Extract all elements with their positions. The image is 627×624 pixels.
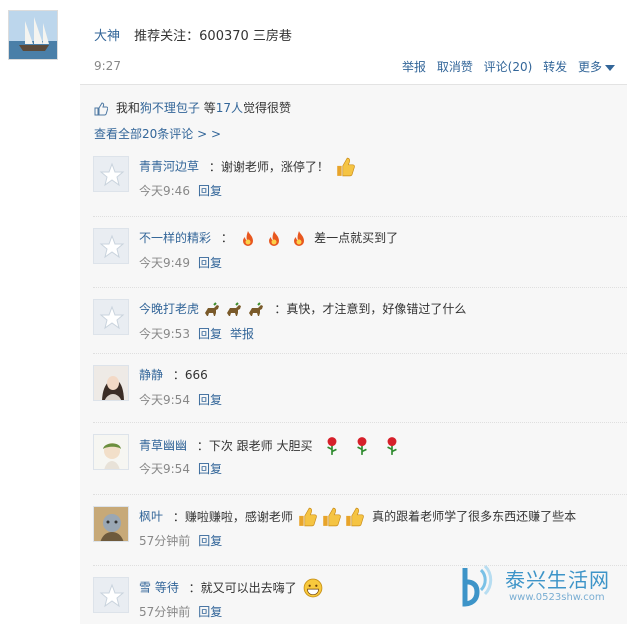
author-avatar[interactable] <box>8 10 58 60</box>
comment-text: ：谢谢老师，涨停了！ <box>208 159 329 174</box>
thumbs-up-emoji-icon <box>322 507 341 527</box>
comment-text: ：赚啦赚啦，感谢老师 <box>172 509 293 524</box>
view-all-comments-link[interactable]: 查看全部20条评论 > > <box>94 125 221 142</box>
report-link[interactable]: 举报 <box>230 327 254 341</box>
comment-time: 57分钟前 <box>139 534 191 548</box>
comment-author[interactable]: 今晚打老虎 <box>139 302 199 316</box>
reply-link[interactable]: 回复 <box>198 605 222 619</box>
report-link[interactable]: 举报 <box>402 60 426 74</box>
likes-prefix: 我和 <box>115 101 140 115</box>
default-avatar-icon[interactable] <box>93 228 129 264</box>
fire-emoji-icon <box>294 230 305 246</box>
fire-emoji-icon <box>268 230 279 246</box>
rose-emoji-icon <box>327 437 338 455</box>
comment-item: 青青河边草 ：谢谢老师，涨停了！ 今天9:46 回复 <box>80 156 627 224</box>
divider <box>93 287 627 288</box>
likes-middle: 等 <box>203 101 216 115</box>
comment-item: 今晚打老虎 ：真快，才注意到，好像错过了什么 今天9:53 回复 举报 <box>80 287 627 367</box>
horse-emoji-icon <box>226 301 241 316</box>
comment-time: 57分钟前 <box>139 605 191 619</box>
unlike-link[interactable]: 取消赞 <box>437 60 473 74</box>
comment-author[interactable]: 青草幽幽 <box>139 439 187 453</box>
reply-link[interactable]: 回复 <box>198 256 222 270</box>
comment-author[interactable]: 不一样的精彩 <box>139 231 211 245</box>
comment-item: 不一样的精彩 ： 差一点就买到了 今天9:49 回复 <box>80 216 627 296</box>
default-avatar-icon[interactable] <box>93 577 129 613</box>
watermark-url: www.0523shw.com <box>509 592 605 603</box>
divider <box>93 494 627 495</box>
divider <box>93 422 627 423</box>
divider <box>93 353 627 354</box>
watermark-title: 泰兴生活网 <box>505 568 610 592</box>
comment-time: 今天9:53 <box>139 327 190 341</box>
user-avatar[interactable] <box>93 506 129 542</box>
more-label[interactable]: 更多 <box>578 60 602 74</box>
comment-author[interactable]: 雪 等待 <box>139 581 179 595</box>
likes-summary: 我和狗不理包子 等17人觉得很赞 <box>94 99 291 116</box>
default-avatar-icon[interactable] <box>93 156 129 192</box>
user-avatar[interactable] <box>93 365 129 401</box>
thumbs-up-emoji-icon <box>336 157 355 177</box>
comment-text: ：下次 跟老师 大胆买 <box>196 438 313 453</box>
post-header: 大神 推荐关注：600370 三房巷 <box>94 25 292 44</box>
post-author[interactable]: 大神 <box>94 29 120 44</box>
comment-time: 今天9:49 <box>139 256 190 270</box>
site-logo-icon <box>462 564 493 607</box>
default-avatar-icon[interactable] <box>93 299 129 335</box>
comment-text: ：就又可以出去嗨了 <box>188 580 297 595</box>
fire-emoji-icon <box>242 230 253 246</box>
likes-suffix: 觉得很赞 <box>242 101 291 115</box>
chevron-down-icon[interactable] <box>605 64 615 71</box>
comment-text-continued: 真的跟着老师学了很多东西还赚了些本 <box>372 509 577 524</box>
horse-emoji-icon <box>248 301 263 316</box>
horse-emoji-icon <box>204 301 219 316</box>
comment-separator: ： <box>220 231 233 245</box>
comment-author[interactable]: 青青河边草 <box>139 160 199 174</box>
comment-author[interactable]: 静静 <box>139 368 163 382</box>
rose-emoji-icon <box>387 437 397 455</box>
thumbs-up-emoji-icon <box>346 507 365 527</box>
user-avatar[interactable] <box>93 434 129 470</box>
reply-link[interactable]: 回复 <box>198 534 222 548</box>
reply-link[interactable]: 回复 <box>198 184 222 198</box>
reply-link[interactable]: 回复 <box>198 327 222 341</box>
post-actions: 举报 取消赞 评论(20) 转发 更多 <box>395 58 615 75</box>
reply-link[interactable]: 回复 <box>198 393 222 407</box>
comment-time: 今天9:46 <box>139 184 190 198</box>
comment-text: ：真快，才注意到，好像错过了什么 <box>274 302 467 316</box>
post-content: 推荐关注：600370 三房巷 <box>134 29 292 44</box>
divider <box>93 216 627 217</box>
comment-text: ：666 <box>172 368 208 382</box>
likers-count-link[interactable]: 17人 <box>216 101 243 115</box>
liker-user-link[interactable]: 狗不理包子 <box>140 101 200 115</box>
comment-time: 今天9:54 <box>139 393 190 407</box>
comments-link[interactable]: 评论(20) <box>484 60 533 74</box>
forward-link[interactable]: 转发 <box>543 60 567 74</box>
comment-author[interactable]: 枫叶 <box>139 510 163 524</box>
rose-emoji-icon <box>357 437 367 455</box>
comment-text: 差一点就买到了 <box>314 231 399 245</box>
site-watermark: 泰兴生活网 www.0523shw.com <box>457 562 617 612</box>
thumbs-up-emoji-icon <box>298 507 317 527</box>
thumbs-up-icon <box>94 101 108 115</box>
post-time: 9:27 <box>94 59 121 73</box>
comment-time: 今天9:54 <box>139 462 190 476</box>
comment-item: 青草幽幽 ：下次 跟老师 大胆买 今天9:54 回复 <box>80 422 627 502</box>
more-menu[interactable]: 更多 <box>578 60 615 74</box>
reply-link[interactable]: 回复 <box>198 462 222 476</box>
comments-panel: 我和狗不理包子 等17人觉得很赞 查看全部20条评论 > > 青青河边草 ：谢谢… <box>80 84 627 624</box>
grinning-face-emoji-icon <box>303 578 322 598</box>
